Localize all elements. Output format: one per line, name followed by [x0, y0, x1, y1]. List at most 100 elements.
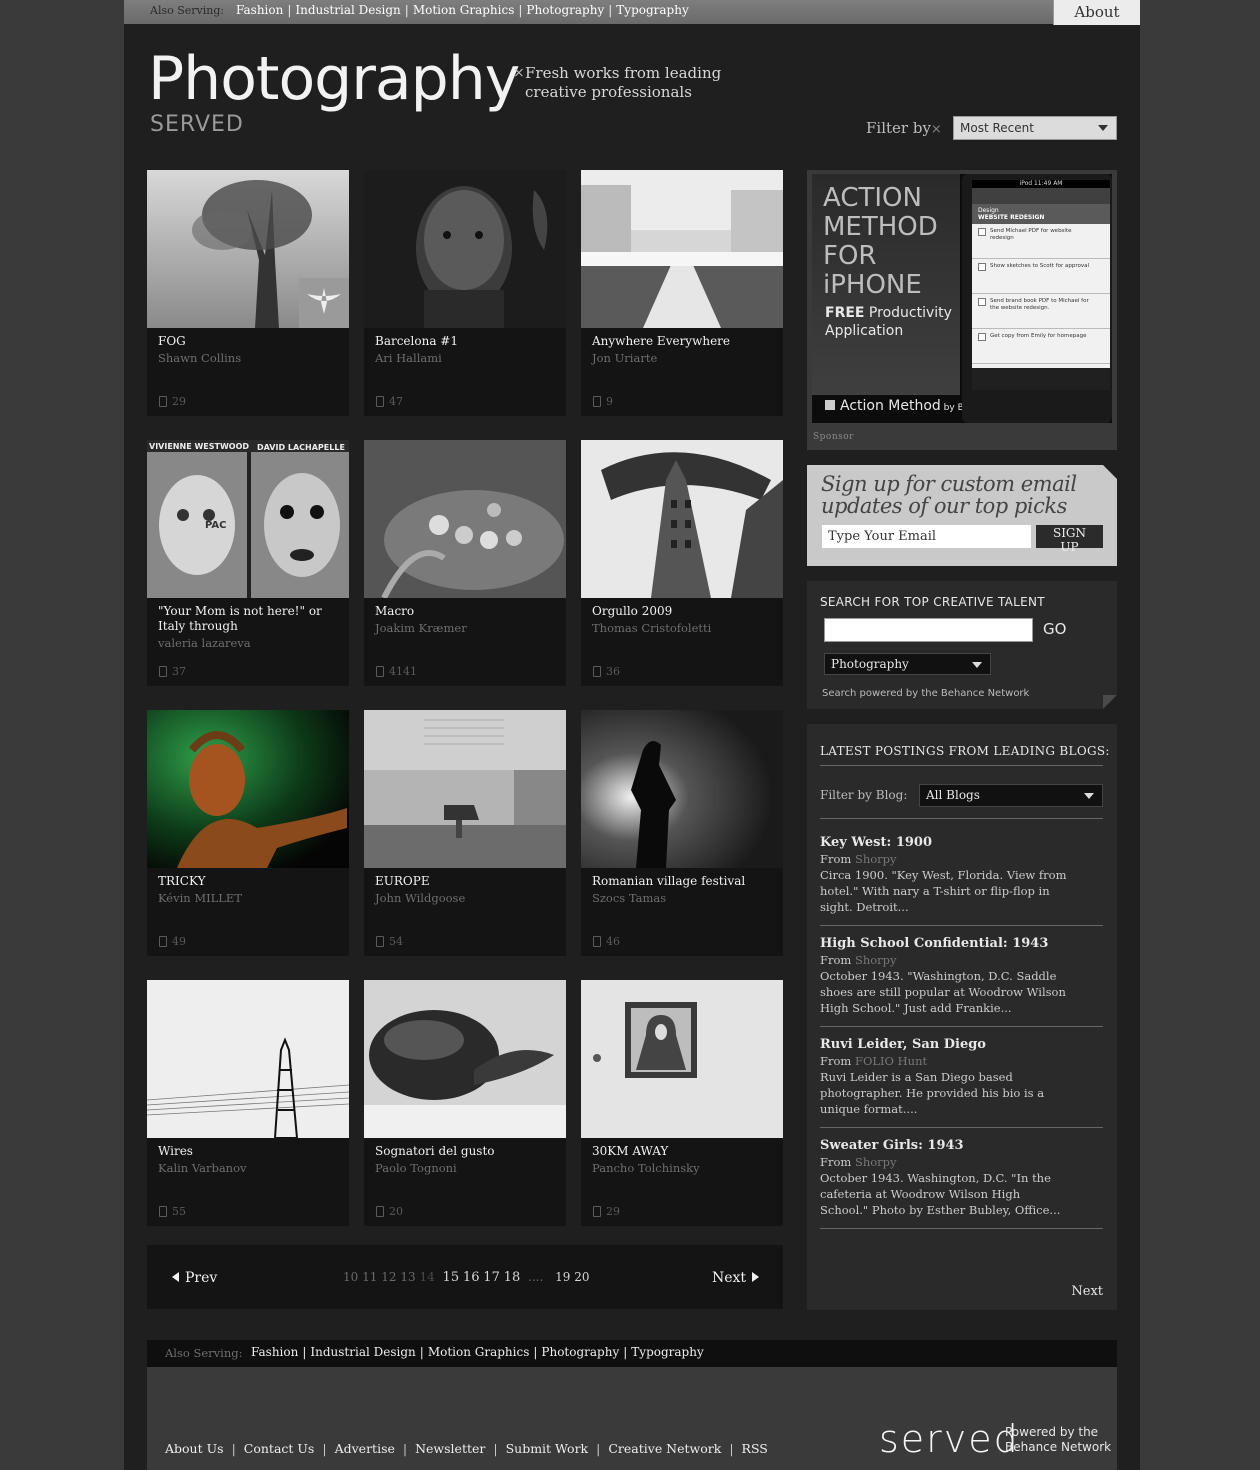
photo-thumbnail[interactable] [364, 440, 566, 598]
search-input[interactable] [824, 618, 1033, 642]
blog-post-title[interactable]: Sweater Girls: 1943 [820, 1138, 1103, 1153]
next-button[interactable]: Next [712, 1270, 759, 1286]
page-link[interactable]: 12 [381, 1270, 396, 1284]
page-link[interactable]: 17 [483, 1270, 500, 1285]
served-logo[interactable]: served [879, 1417, 1020, 1461]
powered-by-behance[interactable]: Powered by the Behance Network [1005, 1425, 1115, 1455]
page-link[interactable]: 19 [555, 1270, 570, 1284]
ad-subtitle: FREE Productivity Application [825, 304, 960, 340]
photo-thumbnail[interactable] [147, 710, 349, 868]
photo-thumbnail[interactable] [581, 440, 783, 598]
photo-thumbnail[interactable]: VIVIENNE WESTWOOD DAVID LACHAPELLE PAC [147, 440, 349, 598]
photo-author[interactable]: Paolo Tognoni [375, 1161, 457, 1175]
gallery-item[interactable]: EUROPE John Wildgoose 54 [364, 710, 566, 956]
ad-banner[interactable]: ACTION METHOD FOR iPHONE FREE Productivi… [812, 174, 1112, 423]
footer-link-rss[interactable]: RSS [742, 1441, 768, 1456]
serving-link-industrial-design[interactable]: Industrial Design [295, 3, 400, 17]
footer-link-creative-network[interactable]: Creative Network [608, 1441, 721, 1456]
photo-author[interactable]: Ari Hallami [375, 351, 442, 365]
photo-author[interactable]: valeria lazareva [158, 636, 251, 650]
prev-button[interactable]: Prev [172, 1270, 217, 1286]
photo-title[interactable]: Anywhere Everywhere [592, 334, 778, 349]
photo-author[interactable]: Shawn Collins [158, 351, 241, 365]
category-select[interactable]: Photography [824, 653, 991, 675]
footer-serving-link-fashion[interactable]: Fashion [251, 1345, 298, 1359]
serving-link-motion-graphics[interactable]: Motion Graphics [413, 3, 515, 17]
page-link[interactable]: 10 [343, 1270, 358, 1284]
page-link[interactable]: 13 [400, 1270, 415, 1284]
photo-thumbnail[interactable] [364, 980, 566, 1138]
sponsor-ad[interactable]: ACTION METHOD FOR iPHONE FREE Productivi… [807, 170, 1117, 450]
page-link[interactable]: 11 [362, 1270, 377, 1284]
photo-title[interactable]: Sognatori del gusto [375, 1144, 561, 1159]
photo-title[interactable]: 30KM AWAY [592, 1144, 778, 1159]
photo-author[interactable]: Thomas Cristofoletti [592, 621, 711, 635]
gallery-item[interactable]: TRICKY Kévin MILLET 49 [147, 710, 349, 956]
next-label: Next [711, 1270, 746, 1286]
photo-thumbnail[interactable] [581, 710, 783, 868]
gallery-item[interactable]: Barcelona #1 Ari Hallami 47 [364, 170, 566, 416]
footer-serving-link-photography[interactable]: Photography [541, 1345, 619, 1359]
gallery-item[interactable]: 30KM AWAY Pancho Tolchinsky 29 [581, 980, 783, 1226]
sign-up-button[interactable]: SIGN UP [1036, 525, 1103, 554]
source-link[interactable]: Shorpy [855, 852, 897, 866]
about-tab[interactable]: About [1053, 0, 1140, 25]
source-link[interactable]: Shorpy [855, 1155, 897, 1169]
photo-title[interactable]: "Your Mom is not here!" or Italy through [158, 604, 344, 634]
photo-author[interactable]: Jon Uriarte [592, 351, 657, 365]
page-link[interactable]: 18 [504, 1270, 521, 1285]
photo-title[interactable]: FOG [158, 334, 344, 349]
photo-thumbnail[interactable] [364, 170, 566, 328]
photo-author[interactable]: Szocs Tamas [592, 891, 666, 905]
photo-thumbnail[interactable] [147, 980, 349, 1138]
page-link[interactable]: 16 [463, 1270, 480, 1285]
go-button[interactable]: GO [1043, 620, 1066, 638]
photo-author[interactable]: Joakim Kræmer [375, 621, 467, 635]
photo-thumbnail[interactable] [364, 710, 566, 868]
footer-link-newsletter[interactable]: Newsletter [415, 1441, 485, 1456]
page-link[interactable]: 20 [574, 1270, 589, 1284]
email-field[interactable] [822, 525, 1031, 548]
footer-link-advertise[interactable]: Advertise [335, 1441, 395, 1456]
photo-title[interactable]: EUROPE [375, 874, 561, 889]
footer-link-about-us[interactable]: About Us [165, 1441, 224, 1456]
photo-thumbnail[interactable] [581, 980, 783, 1138]
photo-title[interactable]: Barcelona #1 [375, 334, 561, 349]
gallery-item[interactable]: FOG Shawn Collins 29 [147, 170, 349, 416]
gallery-item[interactable]: Sognatori del gusto Paolo Tognoni 20 [364, 980, 566, 1226]
gallery-item[interactable]: Macro Joakim Kræmer 4141 [364, 440, 566, 686]
photo-title[interactable]: Romanian village festival [592, 874, 778, 889]
page-link[interactable]: 15 [443, 1270, 460, 1285]
blog-post-title[interactable]: Key West: 1900 [820, 835, 1103, 850]
gallery-item[interactable]: Wires Kalin Varbanov 55 [147, 980, 349, 1226]
photo-title[interactable]: Macro [375, 604, 561, 619]
footer-link-contact-us[interactable]: Contact Us [244, 1441, 315, 1456]
serving-link-fashion[interactable]: Fashion [236, 3, 283, 17]
photo-title[interactable]: Orgullo 2009 [592, 604, 778, 619]
photo-title[interactable]: Wires [158, 1144, 344, 1159]
source-link[interactable]: Shorpy [855, 953, 897, 967]
photo-thumbnail[interactable] [147, 170, 349, 328]
blog-filter-select[interactable]: All Blogs [919, 784, 1103, 807]
footer-serving-link-motion-graphics[interactable]: Motion Graphics [428, 1345, 530, 1359]
serving-link-photography[interactable]: Photography [526, 3, 604, 17]
photo-title[interactable]: TRICKY [158, 874, 344, 889]
footer-serving-link-typography[interactable]: Typography [631, 1345, 703, 1359]
blog-post-title[interactable]: High School Confidential: 1943 [820, 936, 1103, 951]
gallery-item[interactable]: Anywhere Everywhere Jon Uriarte 9 [581, 170, 783, 416]
photo-thumbnail[interactable] [581, 170, 783, 328]
blog-post-title[interactable]: Ruvi Leider, San Diego [820, 1037, 1103, 1052]
footer-link-submit-work[interactable]: Submit Work [506, 1441, 589, 1456]
serving-link-typography[interactable]: Typography [616, 3, 688, 17]
gallery-item[interactable]: Romanian village festival Szocs Tamas 46 [581, 710, 783, 956]
source-link[interactable]: FOLIO Hunt [855, 1054, 927, 1068]
photo-author[interactable]: John Wildgoose [375, 891, 465, 905]
blogs-next-link[interactable]: Next [1071, 1284, 1103, 1299]
photo-author[interactable]: Pancho Tolchinsky [592, 1161, 700, 1175]
footer-serving-link-industrial-design[interactable]: Industrial Design [310, 1345, 415, 1359]
gallery-item[interactable]: VIVIENNE WESTWOOD DAVID LACHAPELLE PAC "… [147, 440, 349, 686]
photo-author[interactable]: Kévin MILLET [158, 891, 242, 905]
gallery-item[interactable]: Orgullo 2009 Thomas Cristofoletti 36 [581, 440, 783, 686]
filter-select[interactable]: Most Recent [953, 116, 1117, 140]
photo-author[interactable]: Kalin Varbanov [158, 1161, 247, 1175]
